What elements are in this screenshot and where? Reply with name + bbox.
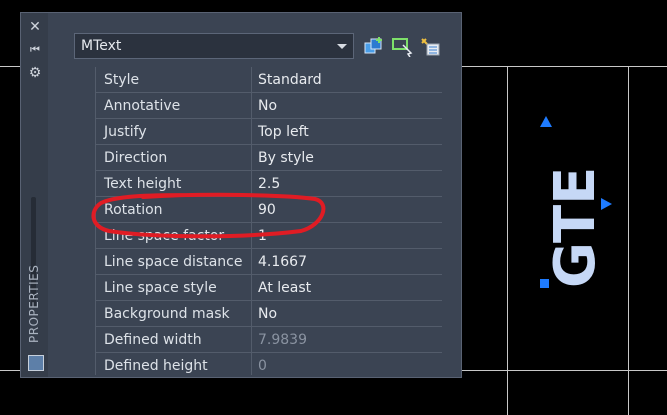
- drawing-line-right: [628, 66, 629, 415]
- grip-rotate-top[interactable]: [540, 116, 552, 127]
- palette-title: PROPERTIES: [27, 264, 41, 343]
- property-name: Style: [104, 72, 140, 88]
- property-row-style[interactable]: Style Standard: [96, 67, 442, 93]
- property-name: Line space distance: [104, 254, 243, 270]
- property-name: Defined height: [104, 358, 208, 374]
- property-name: Justify: [104, 124, 147, 140]
- property-row-direction[interactable]: Direction By style: [96, 145, 442, 171]
- palette-title-strip: ✕ ⏮ ⚙ PROPERTIES: [21, 13, 48, 377]
- object-type-value: MText: [81, 38, 122, 54]
- property-row-defined-width[interactable]: Defined width 7.9839: [96, 327, 442, 353]
- rotation-highlight-annotation: [91, 192, 326, 239]
- gear-icon[interactable]: ⚙: [27, 65, 43, 81]
- property-value[interactable]: 0: [251, 353, 442, 375]
- quick-select-icon[interactable]: [419, 37, 441, 57]
- toggle-pickadd-icon[interactable]: [363, 37, 385, 57]
- property-value[interactable]: No: [251, 301, 442, 326]
- grip-width-right[interactable]: [601, 198, 612, 210]
- property-name: Defined width: [104, 332, 202, 348]
- select-objects-icon[interactable]: [391, 37, 413, 57]
- close-icon[interactable]: ✕: [27, 19, 43, 35]
- property-value[interactable]: 4.1667: [251, 249, 442, 274]
- palette-window-icon[interactable]: [28, 355, 44, 371]
- drawing-line-left: [507, 66, 508, 415]
- property-row-background-mask[interactable]: Background mask No: [96, 301, 442, 327]
- grip-base-square[interactable]: [540, 279, 549, 288]
- property-name: Direction: [104, 150, 168, 166]
- property-row-justify[interactable]: Justify Top left: [96, 119, 442, 145]
- palette-content: MText Style Standard Annotative No Justify To…: [49, 13, 461, 377]
- property-value[interactable]: Standard: [251, 67, 442, 92]
- property-value[interactable]: No: [251, 93, 442, 118]
- property-name: Annotative: [104, 98, 181, 114]
- property-row-line-space-style[interactable]: Line space style At least: [96, 275, 442, 301]
- chevron-down-icon: [337, 44, 347, 49]
- auto-hide-icon[interactable]: ⏮: [27, 42, 43, 58]
- property-name: Background mask: [104, 306, 230, 322]
- property-value[interactable]: Top left: [251, 119, 442, 144]
- property-value[interactable]: By style: [251, 145, 442, 170]
- object-type-select[interactable]: MText: [74, 33, 354, 59]
- properties-palette: ✕ ⏮ ⚙ PROPERTIES MText Style Standard Anno…: [20, 12, 462, 378]
- property-row-annotative[interactable]: Annotative No: [96, 93, 442, 119]
- property-row-defined-height[interactable]: Defined height 0: [96, 353, 442, 375]
- property-row-line-space-distance[interactable]: Line space distance 4.1667: [96, 249, 442, 275]
- property-name: Line space style: [104, 280, 217, 296]
- property-value[interactable]: At least: [251, 275, 442, 300]
- mtext-content: GTE: [543, 166, 608, 288]
- property-value[interactable]: 7.9839: [251, 327, 442, 352]
